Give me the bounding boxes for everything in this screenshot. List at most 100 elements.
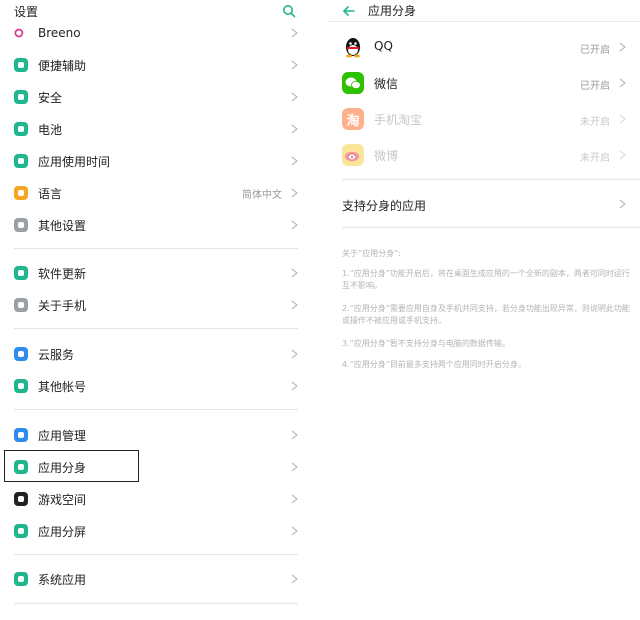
divider	[14, 409, 298, 410]
search-icon[interactable]	[282, 4, 296, 18]
system-apps-icon	[14, 572, 28, 586]
chevron-right-icon	[619, 150, 626, 160]
settings-item-label: 应用使用时间	[38, 154, 111, 169]
note-item: 3.“应用分身”暂不支持分身与电脑的数据传输。	[342, 339, 510, 348]
settings-item-app-management[interactable]: 应用管理	[0, 419, 312, 451]
note-item: 2.“应用分身”需要应用自身及手机共同支持，若分身功能出现异常，则说明此功能或操…	[342, 304, 630, 325]
chevron-right-icon	[619, 114, 626, 124]
accessibility-icon	[14, 58, 28, 72]
chevron-right-icon	[291, 220, 298, 230]
divider	[14, 554, 298, 555]
settings-item-game-space[interactable]: 游戏空间	[0, 483, 312, 515]
settings-item-label: 软件更新	[38, 266, 87, 281]
chevron-right-icon	[291, 494, 298, 504]
divider	[14, 248, 298, 249]
divider	[342, 179, 640, 180]
settings-item-label: 系统应用	[38, 572, 87, 587]
settings-item-software-update[interactable]: 软件更新	[0, 257, 312, 289]
chevron-right-icon	[291, 268, 298, 278]
app-row-wechat[interactable]: 微信 已开启	[328, 65, 640, 101]
battery-icon	[14, 122, 28, 136]
clone-status: 未开启	[580, 153, 610, 164]
settings-item-language[interactable]: 语言 简体中文	[0, 177, 312, 209]
supported-apps-label: 支持分身的应用	[342, 199, 427, 213]
settings-panel: 设置 Breeno 便捷辅助 安全 电池 应用使用时间 语言 简体中文 其他设置…	[0, 0, 312, 620]
settings-item-system-apps[interactable]: 系统应用	[0, 563, 312, 595]
chevron-right-icon	[619, 78, 626, 88]
app-name: 微信	[374, 77, 399, 91]
settings-item-other-accounts[interactable]: 其他帐号	[0, 370, 312, 402]
settings-item-breeno[interactable]: Breeno	[0, 17, 312, 49]
highlight-box	[4, 450, 139, 482]
settings-item-other-settings[interactable]: 其他设置	[0, 209, 312, 241]
note-item: 1.“应用分身”功能开启后，将在桌面生成应用的一个全新的副本，两者可同时运行互不…	[342, 269, 630, 290]
settings-item-label: 语言	[38, 186, 63, 201]
chevron-right-icon	[291, 381, 298, 391]
settings-item-cloud-service[interactable]: 云服务	[0, 338, 312, 370]
info-icon	[14, 298, 28, 312]
clone-status: 已开启	[580, 81, 610, 92]
app-clone-topbar: 应用分身	[328, 0, 640, 22]
cloud-icon	[14, 347, 28, 361]
chevron-right-icon	[291, 156, 298, 166]
note-item: 4.“应用分身”目前最多支持两个应用同时开启分身。	[342, 360, 526, 369]
chevron-right-icon	[291, 92, 298, 102]
chevron-right-icon	[291, 60, 298, 70]
app-row-weibo[interactable]: 微博 未开启	[328, 137, 640, 173]
chevron-right-icon	[291, 574, 298, 584]
weibo-icon	[342, 144, 364, 166]
app-row-qq[interactable]: QQ 已开启	[328, 29, 640, 65]
settings-item-label: 便捷辅助	[38, 58, 87, 73]
app-row-taobao[interactable]: 淘 手机淘宝 未开启	[328, 101, 640, 137]
settings-item-security[interactable]: 安全	[0, 81, 312, 113]
other-settings-icon	[14, 218, 28, 232]
chevron-right-icon	[291, 349, 298, 359]
clone-status: 已开启	[580, 45, 610, 56]
settings-item-accessibility[interactable]: 便捷辅助	[0, 49, 312, 81]
divider	[14, 328, 298, 329]
breeno-icon	[14, 26, 28, 40]
chevron-right-icon	[291, 124, 298, 134]
settings-item-label: Breeno	[38, 26, 81, 40]
language-icon	[14, 186, 28, 200]
settings-item-app-usage-time[interactable]: 应用使用时间	[0, 145, 312, 177]
settings-item-label: 其他帐号	[38, 379, 87, 394]
settings-item-about-phone[interactable]: 关于手机	[0, 289, 312, 321]
chevron-right-icon	[291, 188, 298, 198]
split-screen-icon	[14, 524, 28, 538]
clone-status: 未开启	[580, 117, 610, 128]
chevron-right-icon	[619, 199, 626, 209]
game-space-icon	[14, 492, 28, 506]
qq-penguin-icon	[342, 36, 364, 58]
notes-title: 关于“应用分身”:	[342, 249, 401, 258]
settings-item-label: 其他设置	[38, 218, 87, 233]
settings-item-label: 安全	[38, 90, 63, 105]
app-name: QQ	[374, 39, 393, 53]
account-icon	[14, 379, 28, 393]
chevron-right-icon	[291, 526, 298, 536]
settings-item-label: 应用管理	[38, 428, 87, 443]
usage-time-icon	[14, 154, 28, 168]
app-clone-panel: 应用分身 QQ 已开启 微信 已开启 淘 手机淘宝 未开启 微博 未开启 支持分…	[328, 0, 640, 620]
chevron-right-icon	[291, 462, 298, 472]
supported-apps-row[interactable]: 支持分身的应用	[328, 190, 640, 218]
settings-item-label: 关于手机	[38, 298, 87, 313]
wechat-icon	[342, 72, 364, 94]
taobao-icon: 淘	[342, 108, 364, 130]
settings-item-label: 电池	[38, 122, 63, 137]
settings-item-split-screen[interactable]: 应用分屏	[0, 515, 312, 547]
app-name: 微博	[374, 149, 399, 163]
settings-item-label: 云服务	[38, 347, 75, 362]
back-arrow-icon[interactable]	[342, 4, 356, 18]
chevron-right-icon	[291, 430, 298, 440]
chevron-right-icon	[291, 300, 298, 310]
divider	[342, 227, 640, 228]
app-name: 手机淘宝	[374, 113, 423, 127]
shield-icon	[14, 90, 28, 104]
divider	[14, 603, 298, 604]
app-grid-icon	[14, 428, 28, 442]
page-title: 应用分身	[368, 4, 417, 18]
settings-item-battery[interactable]: 电池	[0, 113, 312, 145]
settings-item-label: 应用分屏	[38, 524, 87, 539]
update-icon	[14, 266, 28, 280]
